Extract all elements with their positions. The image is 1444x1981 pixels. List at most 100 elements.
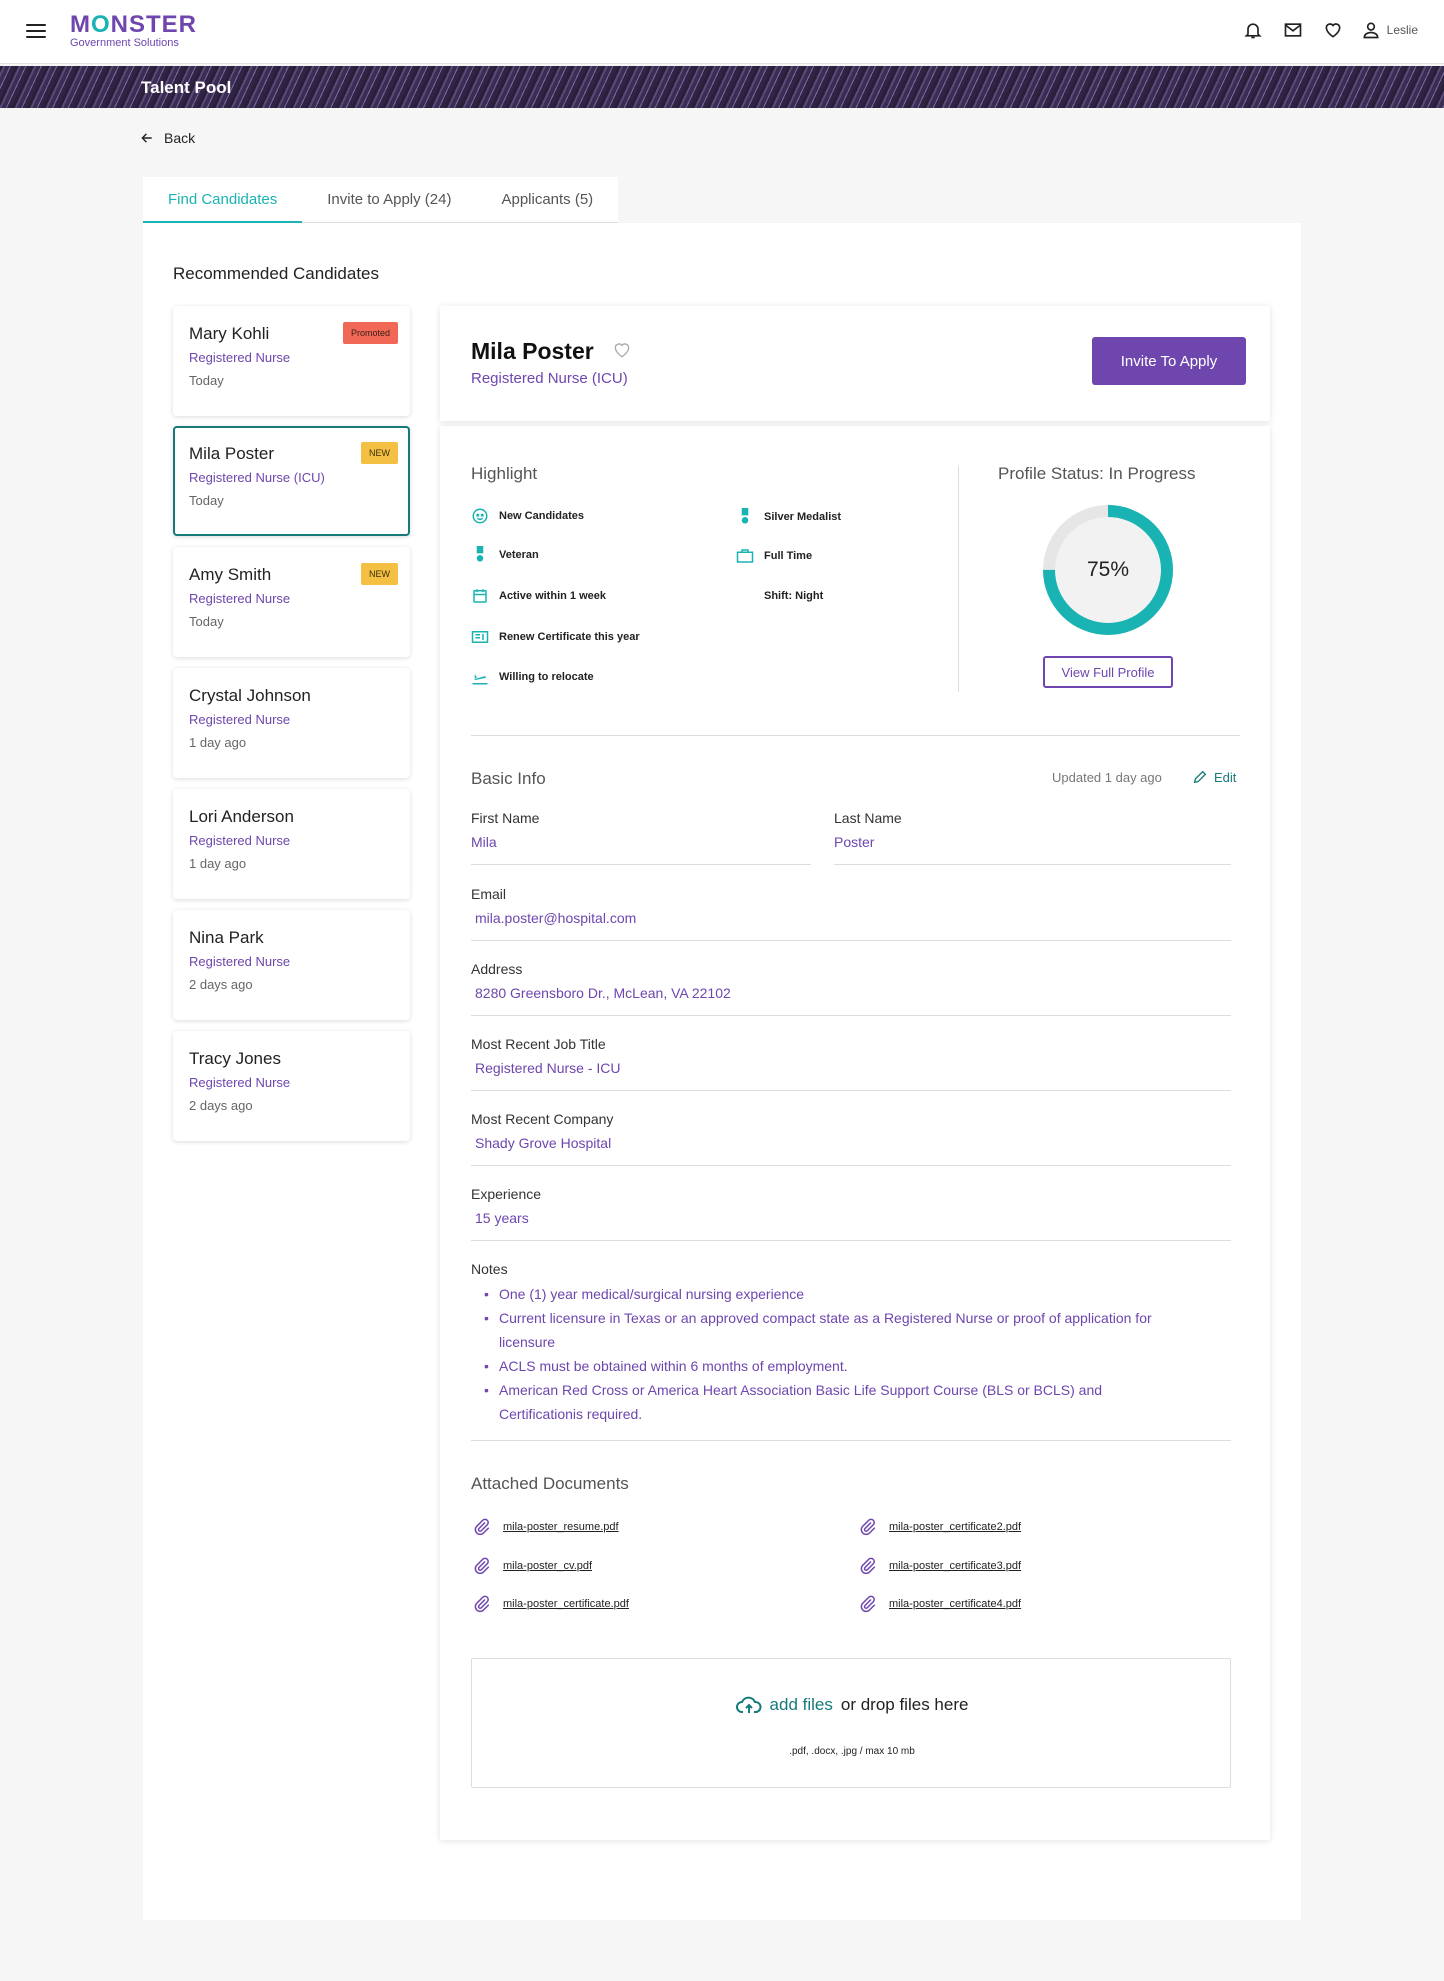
certificate-icon — [471, 628, 489, 646]
bell-icon[interactable] — [1241, 18, 1265, 42]
medal-icon — [471, 546, 489, 564]
job-title-label: Most Recent Job Title — [471, 1036, 606, 1052]
user-name: Leslie — [1386, 23, 1418, 37]
document-link[interactable]: mila-poster_resume.pdf — [473, 1518, 619, 1536]
candidate-time: 1 day ago — [189, 735, 247, 750]
paperclip-icon — [474, 1595, 490, 1613]
candidate-name: Crystal Johnson — [189, 686, 311, 705]
cloud-upload-icon — [735, 1696, 762, 1713]
last-name-value: Poster — [834, 834, 875, 850]
candidate-detail-body: Highlight New Candidates Veteran Active … — [440, 426, 1270, 1840]
candidate-name: Tracy Jones — [189, 1049, 281, 1068]
user-icon — [1363, 22, 1379, 39]
company-label: Most Recent Company — [471, 1111, 614, 1127]
field-underline — [471, 1240, 1231, 1241]
briefcase-icon — [736, 547, 754, 565]
heart-icon[interactable] — [1321, 18, 1345, 42]
recommended-title: Recommended Candidates — [173, 264, 380, 283]
profile-status-percent: 75% — [1086, 558, 1130, 581]
document-link[interactable]: mila-poster_certificate.pdf — [473, 1595, 629, 1613]
logo-subtitle: Government Solutions — [70, 37, 179, 49]
favorite-heart-icon[interactable] — [611, 340, 633, 365]
candidate-role: Registered Nurse — [189, 591, 291, 606]
new-badge: NEW — [361, 442, 398, 464]
notes-list: One (1) year medical/surgical nursing ex… — [484, 1282, 1184, 1426]
top-navigation-bar: MONSTER Government Solutions Leslie — [0, 0, 1444, 64]
first-name-value: Mila — [471, 834, 497, 850]
tab-find-candidates[interactable]: Find Candidates — [143, 177, 303, 223]
plane-icon — [471, 668, 489, 686]
experience-label: Experience — [471, 1186, 542, 1202]
page-banner: Talent Pool — [0, 66, 1444, 108]
document-link[interactable]: mila-poster_certificate3.pdf — [859, 1557, 1021, 1575]
invite-to-apply-button[interactable]: Invite To Apply — [1092, 337, 1246, 385]
candidate-card[interactable]: Crystal Johnson Registered Nurse 1 day a… — [173, 668, 410, 778]
updated-timestamp: Updated 1 day ago — [1052, 770, 1162, 785]
face-icon — [471, 507, 489, 525]
edit-button[interactable]: Edit — [1192, 769, 1236, 785]
candidate-card[interactable]: Mary Kohli Registered Nurse Today Promot… — [173, 306, 410, 416]
candidate-card[interactable]: Lori Anderson Registered Nurse 1 day ago — [173, 789, 410, 899]
medal-icon — [736, 508, 754, 526]
first-name-label: First Name — [471, 810, 540, 826]
monster-logo[interactable]: MONSTER Government Solutions — [70, 13, 197, 50]
highlight-item: Active within 1 week — [471, 587, 606, 605]
candidate-time: 2 days ago — [189, 1098, 253, 1113]
candidate-card[interactable]: Nina Park Registered Nurse 2 days ago — [173, 910, 410, 1020]
highlight-item: Renew Certificate this year — [471, 628, 640, 646]
add-files-link[interactable]: add files — [770, 1695, 833, 1715]
candidate-role: Registered Nurse — [189, 350, 291, 365]
experience-value: 15 years — [475, 1210, 529, 1226]
candidate-time: Today — [189, 493, 224, 508]
paperclip-icon — [860, 1557, 876, 1575]
candidate-time: 2 days ago — [189, 977, 253, 992]
file-drop-zone[interactable]: add files or drop files here .pdf, .docx… — [471, 1658, 1231, 1788]
mail-icon[interactable] — [1281, 18, 1305, 42]
candidate-name: Nina Park — [189, 928, 264, 947]
candidate-role: Registered Nurse — [189, 1075, 291, 1090]
hamburger-menu-icon[interactable] — [24, 20, 48, 44]
tab-invite-to-apply[interactable]: Invite to Apply (24) — [302, 177, 477, 223]
note-item: One (1) year medical/surgical nursing ex… — [484, 1282, 1184, 1306]
profile-status-title: Profile Status: In Progress — [998, 464, 1196, 483]
candidate-role: Registered Nurse — [189, 954, 291, 969]
candidate-name: Lori Anderson — [189, 807, 294, 826]
document-link[interactable]: mila-poster_certificate2.pdf — [859, 1518, 1021, 1536]
arrow-left-icon — [141, 133, 152, 143]
section-divider — [471, 735, 1240, 736]
highlight-item: Full Time — [736, 547, 812, 565]
promoted-badge: Promoted — [342, 322, 398, 344]
view-full-profile-button[interactable]: View Full Profile — [1043, 656, 1173, 688]
file-type-hint: .pdf, .docx, .jpg / max 10 mb — [789, 1746, 915, 1757]
job-title-value: Registered Nurse - ICU — [475, 1060, 621, 1076]
attached-documents-title: Attached Documents — [471, 1474, 629, 1493]
field-underline — [471, 1015, 1231, 1016]
candidate-card-selected[interactable]: Mila Poster Registered Nurse (ICU) Today… — [173, 426, 410, 536]
note-item: Current licensure in Texas or an approve… — [484, 1306, 1184, 1354]
field-underline — [471, 864, 811, 865]
paperclip-icon — [860, 1518, 876, 1536]
user-menu[interactable]: Leslie — [1361, 20, 1418, 40]
paperclip-icon — [474, 1518, 490, 1536]
page-title: Talent Pool — [141, 78, 232, 97]
candidate-card[interactable]: Amy Smith Registered Nurse Today NEW — [173, 547, 410, 657]
last-name-label: Last Name — [834, 810, 902, 826]
tab-bar: Find Candidates Invite to Apply (24) App… — [143, 177, 619, 223]
candidate-detail-header: Mila Poster Registered Nurse (ICU) Invit… — [440, 306, 1270, 421]
new-badge: NEW — [361, 563, 398, 585]
document-link[interactable]: mila-poster_certificate4.pdf — [859, 1595, 1021, 1613]
address-label: Address — [471, 961, 523, 977]
field-underline — [471, 940, 1231, 941]
document-link[interactable]: mila-poster_cv.pdf — [473, 1557, 592, 1575]
field-underline — [471, 1165, 1231, 1166]
tab-applicants[interactable]: Applicants (5) — [476, 177, 619, 223]
field-underline — [834, 864, 1231, 865]
pencil-icon — [1193, 770, 1207, 784]
highlight-item: New Candidates — [471, 507, 584, 525]
highlight-item: Veteran — [471, 546, 539, 564]
back-link[interactable]: Back — [140, 130, 195, 146]
candidate-card[interactable]: Tracy Jones Registered Nurse 2 days ago — [173, 1031, 410, 1141]
candidate-detail-role: Registered Nurse (ICU) — [471, 370, 628, 387]
vertical-divider — [958, 466, 959, 692]
candidate-role: Registered Nurse (ICU) — [189, 470, 325, 485]
